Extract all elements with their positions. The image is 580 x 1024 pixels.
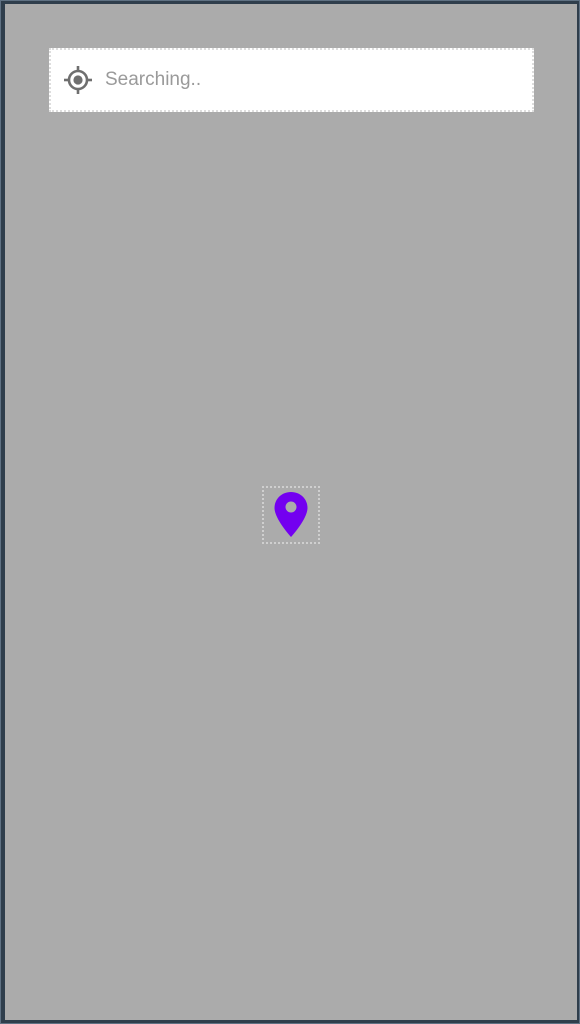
app-frame xyxy=(0,0,580,1024)
my-location-icon[interactable] xyxy=(61,63,95,97)
map-pin-icon xyxy=(274,492,308,537)
location-search-bar[interactable] xyxy=(49,48,534,112)
center-marker[interactable] xyxy=(262,486,320,544)
search-input[interactable] xyxy=(105,60,505,100)
